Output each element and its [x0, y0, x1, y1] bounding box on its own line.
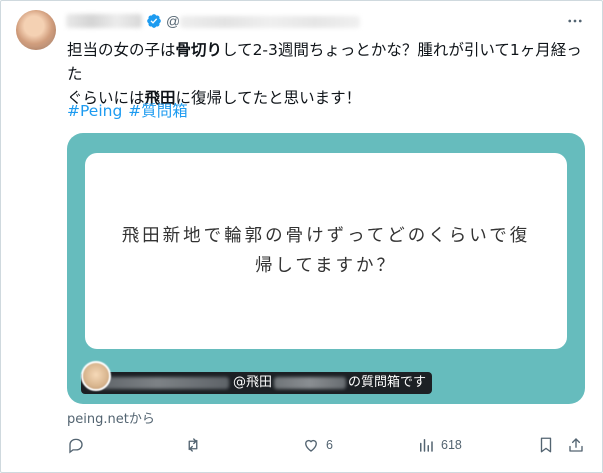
- views-count: 618: [441, 438, 462, 452]
- share-button[interactable]: [567, 436, 585, 454]
- caption-end: の質問箱です: [348, 375, 427, 390]
- hashtags: #Peing #質問箱: [67, 99, 194, 121]
- views-icon: [420, 439, 433, 452]
- caption-mid: @飛田: [233, 375, 273, 390]
- reply-icon: [69, 438, 83, 454]
- action-bar: 6 618: [67, 436, 589, 458]
- like-button[interactable]: 6: [302, 436, 333, 454]
- post-text-segment: 担当の女の子は: [67, 41, 176, 59]
- post-text-segment: に復帰してたと思います！: [175, 89, 362, 107]
- link-card[interactable]: 飛田新地で輪郭の骨けずってどのくらいで復帰してますか？ @飛田 の質問箱です: [67, 133, 585, 404]
- hashtag-link[interactable]: #質問箱: [128, 102, 188, 120]
- verified-badge-icon: [147, 14, 161, 28]
- author-handle-redacted[interactable]: [180, 16, 360, 28]
- question-panel: 飛田新地で輪郭の骨けずってどのくらいで復帰してますか？: [85, 153, 567, 349]
- question-text: 飛田新地で輪郭の骨けずってどのくらいで復帰してますか？: [121, 226, 531, 276]
- card-caption: @飛田 の質問箱です: [81, 372, 433, 394]
- like-count: 6: [326, 438, 333, 452]
- author-name-redacted[interactable]: [66, 14, 142, 28]
- bookmark-icon: [540, 437, 552, 453]
- views-button[interactable]: 618: [417, 436, 462, 454]
- hashtag-link[interactable]: #Peing: [67, 102, 122, 120]
- card-source[interactable]: peing.netから: [67, 408, 155, 427]
- author-avatar[interactable]: [16, 10, 56, 50]
- retweet-icon: [188, 438, 198, 452]
- retweet-button[interactable]: [184, 436, 208, 454]
- more-icon[interactable]: [566, 12, 584, 30]
- caption-redacted: [274, 377, 347, 389]
- share-icon: [569, 438, 583, 452]
- bookmark-button[interactable]: [537, 436, 555, 454]
- like-icon: [305, 439, 317, 452]
- handle-at-sign: @: [166, 13, 181, 29]
- post-text-bold: 骨切り: [175, 41, 223, 59]
- reply-button[interactable]: [67, 436, 91, 454]
- card-avatar: [81, 361, 111, 391]
